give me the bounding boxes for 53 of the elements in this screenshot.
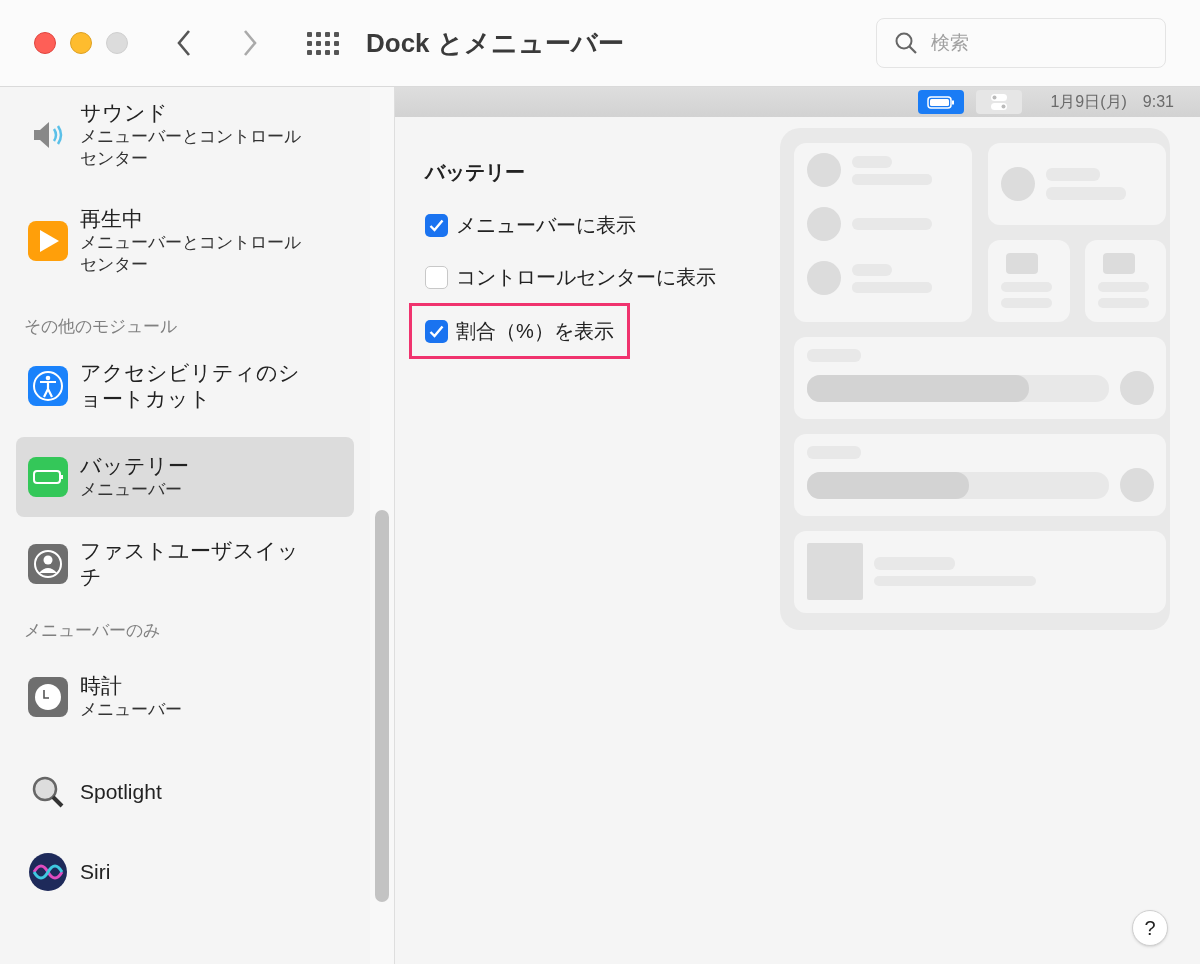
sidebar-item[interactable]: 再生中 メニューバーとコントロールセンター xyxy=(16,190,354,292)
scrollbar-thumb[interactable] xyxy=(375,510,389,902)
checkbox-label: コントロールセンターに表示 xyxy=(456,265,716,290)
minimize-button[interactable] xyxy=(70,32,92,54)
play-icon xyxy=(28,221,68,261)
item-title: サウンド xyxy=(80,100,169,126)
item-title: 時計 xyxy=(80,673,123,699)
item-subtitle: メニューバーとコントロールセンター xyxy=(80,126,302,170)
checkmark-icon xyxy=(429,324,444,338)
sidebar-item[interactable]: アクセシビリティのショートカット xyxy=(16,344,354,428)
checkbox[interactable] xyxy=(425,213,448,237)
item-title: Spotlight xyxy=(80,779,162,805)
grid-icon xyxy=(306,31,340,55)
user-icon xyxy=(28,544,68,584)
sidebar-item[interactable]: 時計 メニューバー xyxy=(16,657,354,737)
close-button[interactable] xyxy=(34,32,56,54)
clock-icon xyxy=(28,677,68,717)
section-heading: メニューバーのみ xyxy=(24,619,160,642)
item-title: バッテリー xyxy=(80,453,189,479)
checkbox-label: メニューバーに表示 xyxy=(456,213,636,238)
help-button[interactable]: ? xyxy=(1132,910,1168,946)
item-title: Siri xyxy=(80,859,111,885)
sidebar-item[interactable]: Siri xyxy=(16,836,354,908)
item-subtitle: メニューバー xyxy=(80,699,182,721)
checkbox[interactable] xyxy=(425,319,448,343)
menubar-time: 9:31 xyxy=(1142,92,1174,112)
sidebar-item[interactable]: ファストユーザスイッチ xyxy=(16,522,354,606)
sidebar-item[interactable]: サウンド メニューバーとコントロールセンター xyxy=(16,84,354,186)
item-subtitle: メニューバー xyxy=(80,479,183,501)
battery-icon xyxy=(28,457,68,497)
sidebar-item[interactable]: バッテリー メニューバー xyxy=(16,437,354,517)
section-title: バッテリー xyxy=(425,160,526,185)
window-title: Dock とメニューバー xyxy=(366,26,624,60)
accessibility-icon xyxy=(28,366,68,406)
section-heading: その他のモジュール xyxy=(24,315,177,338)
chevron-left-icon xyxy=(176,29,192,57)
search-field[interactable]: 検索 xyxy=(876,18,1166,68)
battery-icon xyxy=(927,95,956,109)
back-button[interactable] xyxy=(176,29,192,57)
checkbox-label: 割合（%）を表示 xyxy=(456,319,614,344)
sidebar-item[interactable]: Spotlight xyxy=(16,756,354,828)
menubar-date: 1月9日(月) xyxy=(1050,92,1127,112)
forward-button[interactable] xyxy=(242,29,258,57)
checkbox[interactable] xyxy=(425,265,448,289)
item-title: 再生中 xyxy=(80,206,144,232)
toggle-icon xyxy=(990,93,1009,111)
item-title: アクセシビリティのショートカット xyxy=(80,360,301,412)
item-title: ファストユーザスイッチ xyxy=(80,538,300,590)
chevron-right-icon xyxy=(242,29,258,57)
checkmark-icon xyxy=(429,218,444,232)
grid-button[interactable] xyxy=(306,31,340,55)
search-icon xyxy=(894,31,918,55)
item-subtitle: メニューバーとコントロールセンター xyxy=(80,232,302,276)
